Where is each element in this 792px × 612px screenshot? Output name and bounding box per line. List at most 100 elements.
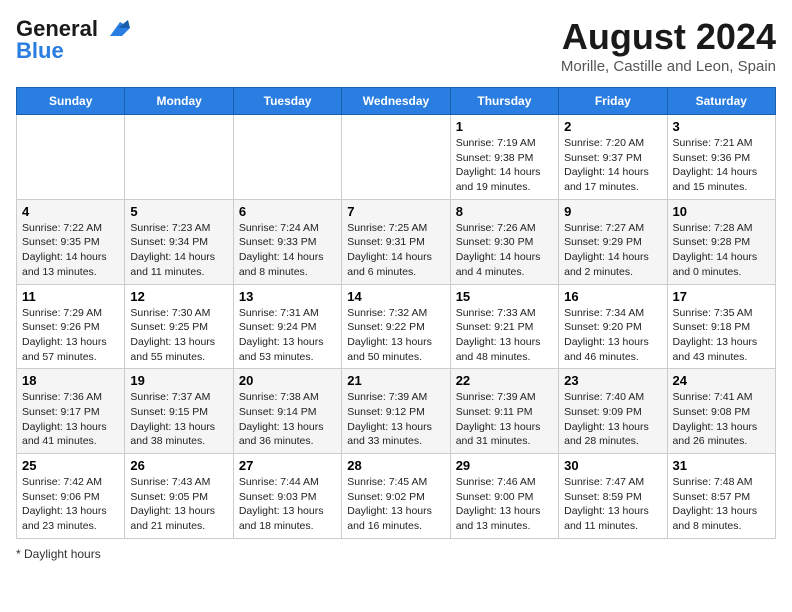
table-row: 7 Sunrise: 7:25 AMSunset: 9:31 PMDaylight… (342, 199, 450, 284)
table-row: 2 Sunrise: 7:20 AMSunset: 9:37 PMDaylight… (559, 115, 667, 200)
day-number: 14 (347, 289, 444, 304)
day-detail: Sunrise: 7:48 AMSunset: 8:57 PMDaylight:… (673, 476, 758, 532)
calendar-body: 1 Sunrise: 7:19 AMSunset: 9:38 PMDaylight… (17, 115, 776, 539)
day-number: 10 (673, 204, 770, 219)
day-detail: Sunrise: 7:46 AMSunset: 9:00 PMDaylight:… (456, 476, 541, 532)
table-row: 31 Sunrise: 7:48 AMSunset: 8:57 PMDayligh… (667, 454, 775, 539)
calendar-header: Sunday Monday Tuesday Wednesday Thursday… (17, 88, 776, 115)
day-number: 20 (239, 373, 336, 388)
table-row: 27 Sunrise: 7:44 AMSunset: 9:03 PMDayligh… (233, 454, 341, 539)
col-monday: Monday (125, 88, 233, 115)
col-sunday: Sunday (17, 88, 125, 115)
day-number: 22 (456, 373, 553, 388)
day-detail: Sunrise: 7:41 AMSunset: 9:08 PMDaylight:… (673, 391, 758, 447)
day-number: 13 (239, 289, 336, 304)
day-detail: Sunrise: 7:42 AMSunset: 9:06 PMDaylight:… (22, 476, 107, 532)
table-row: 8 Sunrise: 7:26 AMSunset: 9:30 PMDaylight… (450, 199, 558, 284)
day-detail: Sunrise: 7:22 AMSunset: 9:35 PMDaylight:… (22, 222, 107, 278)
table-row: 9 Sunrise: 7:27 AMSunset: 9:29 PMDaylight… (559, 199, 667, 284)
day-detail: Sunrise: 7:44 AMSunset: 9:03 PMDaylight:… (239, 476, 324, 532)
table-row: 18 Sunrise: 7:36 AMSunset: 9:17 PMDayligh… (17, 369, 125, 454)
col-thursday: Thursday (450, 88, 558, 115)
table-row: 28Sunrise: 7:45 AMSunset: 9:02 PMDayligh… (342, 454, 450, 539)
day-number: 9 (564, 204, 661, 219)
day-detail: Sunrise: 7:23 AMSunset: 9:34 PMDaylight:… (130, 222, 215, 278)
table-row: 1 Sunrise: 7:19 AMSunset: 9:38 PMDaylight… (450, 115, 558, 200)
table-row: 10 Sunrise: 7:28 AMSunset: 9:28 PMDayligh… (667, 199, 775, 284)
day-number: 3 (673, 119, 770, 134)
col-wednesday: Wednesday (342, 88, 450, 115)
day-number: 19 (130, 373, 227, 388)
day-number: 11 (22, 289, 119, 304)
calendar-table: Sunday Monday Tuesday Wednesday Thursday… (16, 87, 776, 539)
day-number: 31 (673, 458, 770, 473)
day-number: 5 (130, 204, 227, 219)
col-tuesday: Tuesday (233, 88, 341, 115)
day-detail: Sunrise: 7:24 AMSunset: 9:33 PMDaylight:… (239, 222, 324, 278)
col-friday: Friday (559, 88, 667, 115)
day-detail: Sunrise: 7:27 AMSunset: 9:29 PMDaylight:… (564, 222, 649, 278)
main-title: August 2024 (561, 16, 776, 58)
day-number: 2 (564, 119, 661, 134)
table-row: 30 Sunrise: 7:47 AMSunset: 8:59 PMDayligh… (559, 454, 667, 539)
table-row: 5 Sunrise: 7:23 AMSunset: 9:34 PMDaylight… (125, 199, 233, 284)
day-detail: Sunrise: 7:19 AMSunset: 9:38 PMDaylight:… (456, 137, 541, 193)
day-detail: Sunrise: 7:47 AMSunset: 8:59 PMDaylight:… (564, 476, 649, 532)
day-number: 27 (239, 458, 336, 473)
day-number: 29 (456, 458, 553, 473)
logo: General Blue (16, 16, 130, 64)
day-detail: Sunrise: 7:35 AMSunset: 9:18 PMDaylight:… (673, 307, 758, 363)
day-detail: Sunrise: 7:26 AMSunset: 9:30 PMDaylight:… (456, 222, 541, 278)
day-number: 28 (347, 458, 444, 473)
footer-note: * Daylight hours (16, 547, 776, 561)
table-row (233, 115, 341, 200)
table-row: 3Sunrise: 7:21 AMSunset: 9:36 PMDaylight… (667, 115, 775, 200)
day-detail: Sunrise: 7:36 AMSunset: 9:17 PMDaylight:… (22, 391, 107, 447)
table-row (342, 115, 450, 200)
title-area: August 2024 Morille, Castille and Leon, … (561, 16, 776, 75)
day-number: 12 (130, 289, 227, 304)
day-detail: Sunrise: 7:30 AMSunset: 9:25 PMDaylight:… (130, 307, 215, 363)
day-detail: Sunrise: 7:34 AMSunset: 9:20 PMDaylight:… (564, 307, 649, 363)
table-row: 21 Sunrise: 7:39 AMSunset: 9:12 PMDayligh… (342, 369, 450, 454)
day-detail: Sunrise: 7:33 AMSunset: 9:21 PMDaylight:… (456, 307, 541, 363)
table-row: 22 Sunrise: 7:39 AMSunset: 9:11 PMDayligh… (450, 369, 558, 454)
day-number: 23 (564, 373, 661, 388)
table-row: 19 Sunrise: 7:37 AMSunset: 9:15 PMDayligh… (125, 369, 233, 454)
col-saturday: Saturday (667, 88, 775, 115)
table-row: 25 Sunrise: 7:42 AMSunset: 9:06 PMDayligh… (17, 454, 125, 539)
table-row: 11Sunrise: 7:29 AMSunset: 9:26 PMDayligh… (17, 284, 125, 369)
day-detail: Sunrise: 7:38 AMSunset: 9:14 PMDaylight:… (239, 391, 324, 447)
table-row: 13Sunrise: 7:31 AMSunset: 9:24 PMDayligh… (233, 284, 341, 369)
day-detail: Sunrise: 7:37 AMSunset: 9:15 PMDaylight:… (130, 391, 215, 447)
table-row (125, 115, 233, 200)
day-number: 25 (22, 458, 119, 473)
day-number: 24 (673, 373, 770, 388)
day-number: 21 (347, 373, 444, 388)
day-detail: Sunrise: 7:32 AMSunset: 9:22 PMDaylight:… (347, 307, 432, 363)
day-number: 7 (347, 204, 444, 219)
day-detail: Sunrise: 7:39 AMSunset: 9:12 PMDaylight:… (347, 391, 432, 447)
day-detail: Sunrise: 7:28 AMSunset: 9:28 PMDaylight:… (673, 222, 758, 278)
logo-blue: Blue (16, 38, 64, 64)
day-number: 30 (564, 458, 661, 473)
table-row: 14 Sunrise: 7:32 AMSunset: 9:22 PMDayligh… (342, 284, 450, 369)
day-detail: Sunrise: 7:20 AMSunset: 9:37 PMDaylight:… (564, 137, 649, 193)
day-detail: Sunrise: 7:40 AMSunset: 9:09 PMDaylight:… (564, 391, 649, 447)
day-number: 18 (22, 373, 119, 388)
day-number: 1 (456, 119, 553, 134)
day-detail: Sunrise: 7:25 AMSunset: 9:31 PMDaylight:… (347, 222, 432, 278)
table-row: 23 Sunrise: 7:40 AMSunset: 9:09 PMDayligh… (559, 369, 667, 454)
table-row: 4 Sunrise: 7:22 AMSunset: 9:35 PMDaylight… (17, 199, 125, 284)
table-row: 26Sunrise: 7:43 AMSunset: 9:05 PMDayligh… (125, 454, 233, 539)
table-row: 6Sunrise: 7:24 AMSunset: 9:33 PMDaylight… (233, 199, 341, 284)
logo-bird-icon (100, 18, 130, 40)
day-number: 4 (22, 204, 119, 219)
table-row: 16 Sunrise: 7:34 AMSunset: 9:20 PMDayligh… (559, 284, 667, 369)
day-detail: Sunrise: 7:39 AMSunset: 9:11 PMDaylight:… (456, 391, 541, 447)
day-number: 16 (564, 289, 661, 304)
table-row: 29 Sunrise: 7:46 AMSunset: 9:00 PMDayligh… (450, 454, 558, 539)
header: General Blue August 2024 Morille, Castil… (16, 16, 776, 75)
day-number: 8 (456, 204, 553, 219)
day-detail: Sunrise: 7:43 AMSunset: 9:05 PMDaylight:… (130, 476, 215, 532)
